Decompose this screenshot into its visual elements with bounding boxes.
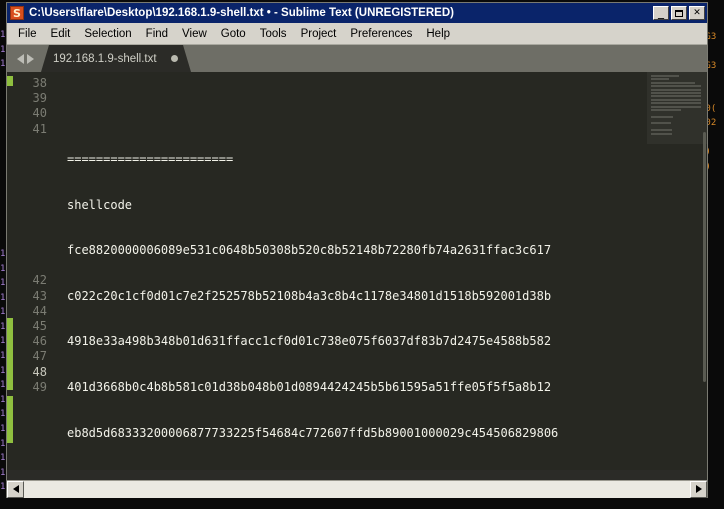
line-number-active: 48 [32,364,47,379]
menu-bar: File Edit Selection Find View Goto Tools… [7,23,707,45]
minimap[interactable] [647,72,707,470]
status-bar [7,470,707,480]
code-line[interactable]: shellcode [67,198,647,213]
change-marker [7,318,13,390]
line-number [13,152,47,167]
window-title: C:\Users\flare\Desktop\192.168.1.9-shell… [29,7,454,19]
menu-item-selection[interactable]: Selection [77,25,138,43]
tab-next-arrow-icon[interactable] [27,53,34,64]
menu-item-help[interactable]: Help [419,25,457,43]
code-line[interactable]: eb8d5d68333200006877733225f54684c772607f… [67,426,647,441]
minimize-icon: _ [658,5,664,19]
code-line[interactable]: c022c20c1cf0d01c7e2f252578b52108b4a3c8b4… [67,289,647,304]
window-horizontal-scrollbar[interactable] [7,480,707,498]
tab-bar: 192.168.1.9-shell.txt [7,45,707,72]
code-line[interactable]: 4918e33a498b348b01d631ffacc1cf0d01c738e0… [67,334,647,349]
line-number [13,182,47,197]
close-button[interactable]: ✕ [689,6,705,20]
code-line[interactable]: ======================= [67,152,647,167]
line-number [13,213,47,228]
line-number [13,167,47,182]
line-number: 41 [32,121,47,136]
line-number: 40 [32,106,47,121]
sublime-body: 192.168.1.9-shell.txt 38 39 40 41 42 43 … [7,45,707,480]
line-number: 42 [32,273,47,288]
code-line[interactable]: 401d3668b0c4b8b581c01d38b048b01d08944242… [67,380,647,395]
menu-item-preferences[interactable]: Preferences [343,25,419,43]
menu-item-tools[interactable]: Tools [253,25,294,43]
tab-prev-arrow-icon[interactable] [17,53,24,64]
app-icon-glyph: S [13,6,21,20]
menu-item-project[interactable]: Project [294,25,344,43]
chevron-left-icon [12,485,19,493]
editor-area[interactable]: 38 39 40 41 42 43 44 45 46 47 48 49 ====… [7,72,707,470]
line-number: 43 [32,288,47,303]
line-number [13,258,47,273]
tab-192-168-1-9-shell-txt[interactable]: 192.168.1.9-shell.txt [41,45,191,72]
line-number: 46 [32,334,47,349]
line-number-gutter: 38 39 40 41 42 43 44 45 46 47 48 49 [13,72,55,470]
maximize-button[interactable] [671,6,687,20]
sublime-text-logo-icon: S [10,6,24,20]
close-icon: ✕ [693,7,701,18]
minimize-button[interactable]: _ [653,6,669,20]
line-number [13,243,47,258]
line-number: 49 [32,379,47,394]
menu-item-view[interactable]: View [175,25,214,43]
line-number: 44 [32,303,47,318]
code-content[interactable]: ======================= shellcode fce882… [55,72,647,470]
line-number [13,228,47,243]
line-number: 45 [32,319,47,333]
scrollbar-thumb[interactable] [703,132,706,382]
change-marker-gutter [7,72,13,470]
line-number: 39 [32,91,47,106]
change-marker [7,76,13,86]
sublime-text-window: S C:\Users\flare\Desktop\192.168.1.9-she… [6,2,708,498]
editor-vertical-scrollbar[interactable] [702,72,707,470]
line-number [13,198,47,213]
window-controls: _ ✕ [653,6,705,20]
line-number: 47 [32,349,47,364]
menu-item-file[interactable]: File [11,25,44,43]
maximize-icon [672,7,686,19]
menu-item-find[interactable]: Find [139,25,175,43]
scrollbar-track[interactable] [24,480,690,498]
minimap-viewport[interactable] [647,72,707,144]
code-line[interactable]: fce8820000006089e531c0648b50308b520c8b52… [67,243,647,258]
chevron-right-icon [695,485,702,493]
tab-modified-dot-icon[interactable] [171,55,178,62]
menu-item-goto[interactable]: Goto [214,25,253,43]
tab-scroll-arrows[interactable] [14,45,41,72]
scroll-right-button[interactable] [690,480,707,498]
scroll-left-button[interactable] [7,480,24,498]
title-bar[interactable]: S C:\Users\flare\Desktop\192.168.1.9-she… [7,3,707,23]
change-marker [7,396,13,443]
line-number: 38 [32,76,47,90]
code-line[interactable] [67,106,647,121]
tab-label: 192.168.1.9-shell.txt [53,52,157,65]
menu-item-edit[interactable]: Edit [44,25,78,43]
line-number [13,137,47,152]
